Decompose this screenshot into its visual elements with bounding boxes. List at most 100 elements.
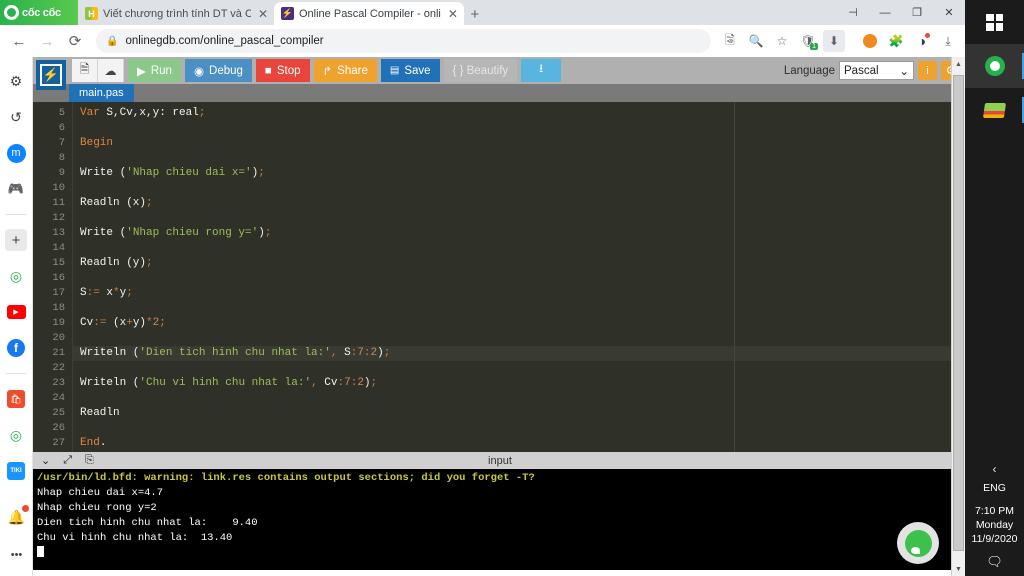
- page-scroll-down-icon[interactable]: ▼: [952, 562, 965, 576]
- language-select[interactable]: Pascal ⌄: [839, 61, 914, 80]
- shield-count-icon[interactable]: 🛡 1: [797, 30, 819, 52]
- code-line[interactable]: [73, 241, 951, 256]
- code-line[interactable]: [73, 211, 951, 226]
- tab-1[interactable]: ⚡ Online Pascal Compiler - onli ✕: [274, 2, 464, 25]
- code-line[interactable]: Var S,Cv,x,y: real;: [73, 106, 951, 121]
- code-line[interactable]: [73, 301, 951, 316]
- onlinegdb-logo[interactable]: ⚡: [36, 60, 66, 90]
- forward-button[interactable]: →: [34, 28, 60, 54]
- code-line[interactable]: Writeln ('Dien tich hinh chu nhat la:', …: [73, 346, 951, 361]
- code-token: Writeln (: [80, 377, 140, 389]
- info-button[interactable]: i: [918, 61, 937, 80]
- expand-arrows-icon[interactable]: ⤢: [63, 454, 72, 467]
- code-area[interactable]: Var S,Cv,x,y: real; Begin Write ('Nhap c…: [73, 102, 951, 452]
- page-scroll-up-icon[interactable]: ▲: [952, 57, 965, 71]
- code-line[interactable]: Write ('Nhap chieu rong y=');: [73, 226, 951, 241]
- code-line[interactable]: Cv:= (x+y)*2;: [73, 316, 951, 331]
- line-number: 12: [52, 212, 65, 224]
- code-line[interactable]: Write ('Nhap chieu dai x=');: [73, 166, 951, 181]
- page-vertical-scrollbar[interactable]: ▲ ▼: [951, 57, 965, 576]
- tab-0-close-icon[interactable]: ✕: [256, 7, 270, 21]
- open-file-button[interactable]: ☁: [98, 59, 124, 82]
- notifications-bell-icon[interactable]: 🔔: [6, 505, 29, 528]
- code-line[interactable]: [73, 391, 951, 406]
- code-line[interactable]: [73, 421, 951, 436]
- coccoc-icon[interactable]: [859, 30, 881, 52]
- language-indicator[interactable]: ENG: [965, 482, 1024, 494]
- more-options-icon[interactable]: •••: [6, 544, 28, 566]
- code-line[interactable]: Readln (x);: [73, 196, 951, 211]
- code-token: +: [126, 317, 133, 329]
- profile-avatar-icon[interactable]: ◑: [911, 30, 933, 52]
- save-button[interactable]: ▤ Save: [380, 59, 440, 82]
- stop-button[interactable]: ■ Stop: [255, 59, 310, 82]
- reload-button[interactable]: ⟳: [62, 28, 88, 54]
- sidebar-item-coccoc-green[interactable]: ◎: [5, 424, 27, 446]
- code-line[interactable]: [73, 181, 951, 196]
- h-letter-icon: H: [85, 7, 98, 20]
- code-line[interactable]: [73, 151, 951, 166]
- code-line[interactable]: Readln (y);: [73, 256, 951, 271]
- sidebar-item-shopee[interactable]: 🛍: [5, 388, 27, 410]
- download-icon[interactable]: ⬇: [823, 30, 845, 52]
- tab-0[interactable]: H Viết chương trình tính DT và C ✕: [78, 2, 274, 25]
- close-window-button[interactable]: ✕: [933, 0, 965, 25]
- share-button[interactable]: ↱ Share: [313, 59, 377, 82]
- debug-button[interactable]: ◉ Debug: [184, 59, 252, 82]
- zoom-icon[interactable]: 🔍: [745, 30, 767, 52]
- taskbar-item-coccoc-browser[interactable]: [965, 44, 1024, 88]
- start-button[interactable]: [965, 0, 1024, 44]
- code-token: ;: [383, 347, 391, 359]
- sidebar-item-history[interactable]: ↺: [5, 106, 27, 128]
- sidebar-divider-2: [6, 373, 26, 374]
- extensions-puzzle-icon[interactable]: 🧩: [885, 30, 907, 52]
- code-line[interactable]: [73, 331, 951, 346]
- sidebar-item-youtube[interactable]: ▶: [5, 301, 27, 323]
- page-scrollbar-thumb[interactable]: [953, 75, 964, 551]
- file-tab-main-pas[interactable]: main.pas: [69, 84, 134, 102]
- copy-output-icon[interactable]: ⎘: [85, 454, 94, 467]
- sidebar-item-facebook[interactable]: f: [5, 337, 27, 359]
- code-editor[interactable]: 5 6 7 8 9 10 11 12 13 14 15 16 17 18 19 20 21 22 23 24 25 26 2…: [33, 102, 965, 452]
- new-file-button[interactable]: 🗎: [72, 59, 98, 82]
- sidebar-item-settings-gear[interactable]: ⚙: [5, 70, 27, 92]
- tray-expand-chevron-icon[interactable]: ‹: [965, 462, 1024, 476]
- download-code-button[interactable]: ⭳: [521, 59, 562, 82]
- code-token: Cv: [80, 317, 94, 329]
- code-line[interactable]: [73, 271, 951, 286]
- code-line[interactable]: End.: [73, 436, 951, 451]
- book-icon: [982, 102, 1007, 118]
- console-output[interactable]: /usr/bin/ld.bfd: warning: link.res conta…: [33, 469, 965, 570]
- sidebar-item-messenger[interactable]: m: [5, 142, 27, 164]
- action-center-icon[interactable]: 🗨: [965, 554, 1024, 570]
- floppy-disk-icon: ▤: [389, 65, 400, 76]
- back-button[interactable]: ←: [6, 28, 32, 54]
- bookmark-star-icon[interactable]: ☆: [771, 30, 793, 52]
- code-line[interactable]: S:= x*y;: [73, 286, 951, 301]
- code-line[interactable]: Writeln ('Chu vi hinh chu nhat la:', Cv:…: [73, 376, 951, 391]
- beautify-button[interactable]: { } Beautify: [443, 59, 518, 82]
- sidebar-item-tiki[interactable]: TIKI: [5, 460, 27, 482]
- maximize-button[interactable]: ❐: [901, 0, 933, 25]
- tab-1-close-icon[interactable]: ✕: [446, 7, 460, 21]
- code-line[interactable]: [73, 121, 951, 136]
- code-line[interactable]: [73, 361, 951, 376]
- sidebar-item-add[interactable]: +: [5, 229, 27, 251]
- run-button[interactable]: ▶ Run: [128, 59, 181, 82]
- collapse-chevron-icon[interactable]: ⌄: [41, 454, 50, 467]
- windows-logo-icon: [986, 13, 1003, 31]
- sidebar-item-game-controller[interactable]: 🎮: [5, 178, 27, 200]
- code-line[interactable]: Begin: [73, 136, 951, 151]
- new-tab-button[interactable]: +: [464, 3, 486, 25]
- clock[interactable]: 7:10 PM Monday 11/9/2020: [965, 504, 1024, 546]
- debug-button-label: Debug: [209, 64, 243, 77]
- restore-down-button[interactable]: ⊣: [837, 0, 869, 25]
- address-bar[interactable]: 🔒 onlinegdb.com/online_pascal_compiler: [96, 29, 711, 53]
- translate-icon[interactable]: 🗟: [719, 30, 741, 52]
- taskbar-item-book-app[interactable]: [965, 88, 1024, 132]
- sidebar-item-coccoc-music[interactable]: ◎: [5, 265, 27, 287]
- chat-bubble-button[interactable]: [897, 522, 939, 564]
- code-line[interactable]: Readln: [73, 406, 951, 421]
- downloads-tray-icon[interactable]: ⤓: [937, 30, 959, 52]
- minimize-button[interactable]: —: [869, 0, 901, 25]
